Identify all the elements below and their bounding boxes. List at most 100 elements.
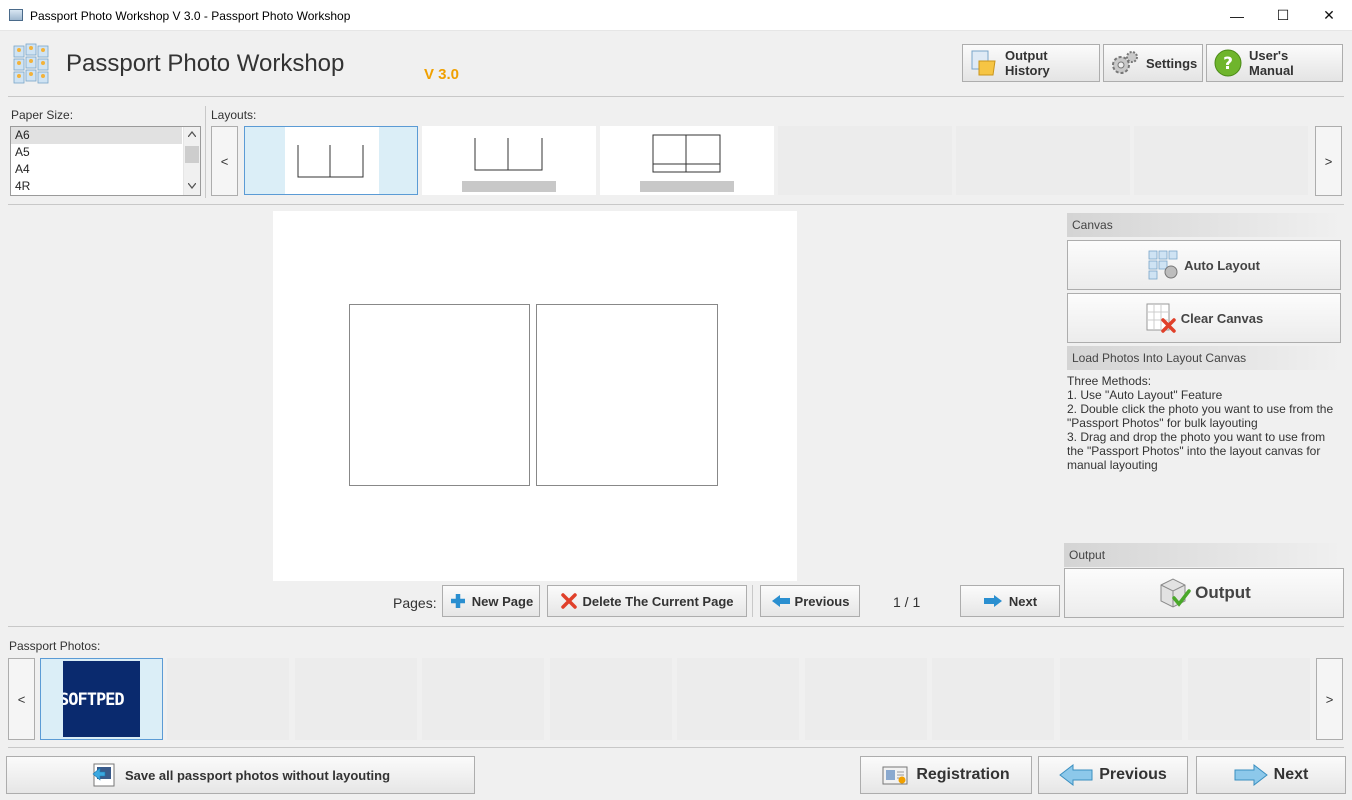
pages-divider (752, 585, 753, 617)
settings-button[interactable]: Settings (1103, 44, 1203, 82)
layouts-next-button[interactable]: > (1315, 126, 1342, 196)
scroll-thumb[interactable] (185, 146, 199, 163)
footer-previous-button[interactable]: Previous (1038, 756, 1188, 794)
svg-text:?: ? (1223, 54, 1233, 74)
paper-size-scrollbar[interactable] (183, 127, 200, 195)
output-history-label: Output History (1005, 48, 1050, 78)
app-title: Passport Photo Workshop (66, 50, 345, 77)
pages-bar-divider (8, 626, 1344, 627)
page-previous-button[interactable]: Previous (760, 585, 860, 617)
layout-thumb-selected[interactable] (244, 126, 418, 195)
load-photos-header: Load Photos Into Layout Canvas (1067, 346, 1342, 370)
users-manual-button[interactable]: ? User's Manual (1206, 44, 1343, 82)
clear-canvas-button[interactable]: Clear Canvas (1067, 293, 1341, 343)
arrow-left-icon (1059, 764, 1093, 786)
layout-thumb[interactable] (422, 126, 596, 195)
passport-photo-thumb-empty[interactable] (932, 658, 1054, 740)
paper-size-label: Paper Size: (11, 108, 74, 122)
page-counter: 1 / 1 (893, 594, 921, 610)
clear-canvas-label: Clear Canvas (1180, 310, 1264, 326)
canvas-section-header: Canvas (1067, 213, 1342, 237)
photos-next-button[interactable]: > (1316, 658, 1343, 740)
methods-title: Three Methods: (1067, 374, 1152, 388)
passport-photo-thumb-empty[interactable] (677, 658, 799, 740)
passport-photo-thumb-empty[interactable] (1188, 658, 1310, 740)
maximize-button[interactable]: ☐ (1260, 0, 1306, 31)
scroll-up-icon[interactable] (188, 131, 196, 137)
passport-photo-thumb-empty[interactable] (805, 658, 927, 740)
app-logo-icon (13, 43, 49, 84)
passport-photo-thumb-empty[interactable] (167, 658, 289, 740)
layout-thumb-empty[interactable] (956, 126, 1130, 195)
passport-photo-thumb-selected[interactable]: SOFTPED (40, 658, 163, 740)
footer-next-button[interactable]: Next (1196, 756, 1346, 794)
output-label: Output (1195, 583, 1251, 602)
photo-slot[interactable] (536, 304, 718, 486)
layout-thumb-empty[interactable] (778, 126, 952, 195)
new-page-button[interactable]: New Page (442, 585, 540, 617)
photo-slot[interactable] (349, 304, 530, 486)
photo-watermark-text: SOFTPED (63, 690, 125, 710)
layouts-divider (8, 204, 1344, 205)
registration-button[interactable]: Registration (860, 756, 1032, 794)
help-icon: ? (1214, 49, 1242, 77)
layout-thumb[interactable] (600, 126, 774, 195)
output-history-icon (971, 50, 996, 76)
footer-previous-label: Previous (1099, 766, 1167, 783)
page-previous-label: Previous (794, 593, 850, 609)
paper-size-option[interactable]: 4R (11, 178, 182, 195)
layouts-prev-button[interactable]: < (211, 126, 238, 196)
settings-label: Settings (1146, 55, 1198, 71)
photos-prev-button[interactable]: < (8, 658, 35, 740)
layout-canvas[interactable] (273, 211, 797, 581)
passport-photo-thumb-empty[interactable] (422, 658, 544, 740)
paper-size-option[interactable]: A5 (11, 144, 182, 161)
save-all-button[interactable]: Save all passport photos without layouti… (6, 756, 475, 794)
vertical-divider (205, 106, 206, 198)
window-title: Passport Photo Workshop V 3.0 - Passport… (30, 9, 351, 23)
layouts-label: Layouts: (211, 108, 257, 122)
passport-photo-image: SOFTPED (63, 661, 140, 737)
method-item: 3. Drag and drop the photo you want to u… (1067, 430, 1326, 472)
title-bar: Passport Photo Workshop V 3.0 - Passport… (0, 0, 1352, 31)
layout-thumb-caption-bar (640, 181, 734, 192)
paper-size-option[interactable]: A4 (11, 161, 182, 178)
users-manual-label: User's Manual (1249, 48, 1294, 78)
page-next-label: Next (1008, 593, 1038, 609)
passport-photo-thumb-empty[interactable] (295, 658, 417, 740)
save-all-label: Save all passport photos without layouti… (124, 767, 391, 783)
auto-layout-label: Auto Layout (1184, 257, 1260, 273)
clear-canvas-icon (1146, 303, 1176, 333)
page-next-button[interactable]: Next (960, 585, 1060, 617)
layout-two-slot-icon (474, 138, 543, 171)
passport-photo-thumb-empty[interactable] (550, 658, 672, 740)
output-section-header: Output (1064, 543, 1343, 567)
method-item: 2. Double click the photo you want to us… (1067, 402, 1334, 430)
layout-grid-icon (652, 134, 721, 173)
paper-size-list[interactable]: A6 A5 A4 4R (10, 126, 201, 196)
registration-icon (882, 766, 908, 785)
passport-photo-thumb-empty[interactable] (1060, 658, 1182, 740)
methods-text: Three Methods: 1. Use "Auto Layout" Feat… (1067, 374, 1342, 472)
method-item: 1. Use "Auto Layout" Feature (1067, 388, 1223, 402)
delete-page-label: Delete The Current Page (582, 593, 734, 609)
arrow-left-icon (771, 595, 790, 607)
gear-icon (1112, 51, 1138, 74)
arrow-right-icon (1234, 764, 1268, 786)
footer-next-label: Next (1273, 766, 1309, 783)
delete-icon (560, 593, 577, 609)
minimize-button[interactable]: — (1214, 0, 1260, 31)
layout-two-slot-icon (297, 145, 364, 178)
output-button[interactable]: Output (1064, 568, 1344, 618)
registration-label: Registration (916, 766, 1010, 783)
paper-size-option[interactable]: A6 (11, 127, 182, 144)
pages-label: Pages: (393, 595, 437, 611)
layout-thumb-empty[interactable] (1134, 126, 1308, 195)
close-button[interactable]: ✕ (1306, 0, 1352, 31)
scroll-down-icon[interactable] (188, 183, 196, 189)
output-history-button[interactable]: Output History (962, 44, 1100, 82)
auto-layout-button[interactable]: Auto Layout (1067, 240, 1341, 290)
auto-layout-icon (1148, 250, 1178, 280)
delete-page-button[interactable]: Delete The Current Page (547, 585, 747, 617)
arrow-right-icon (983, 595, 1002, 607)
